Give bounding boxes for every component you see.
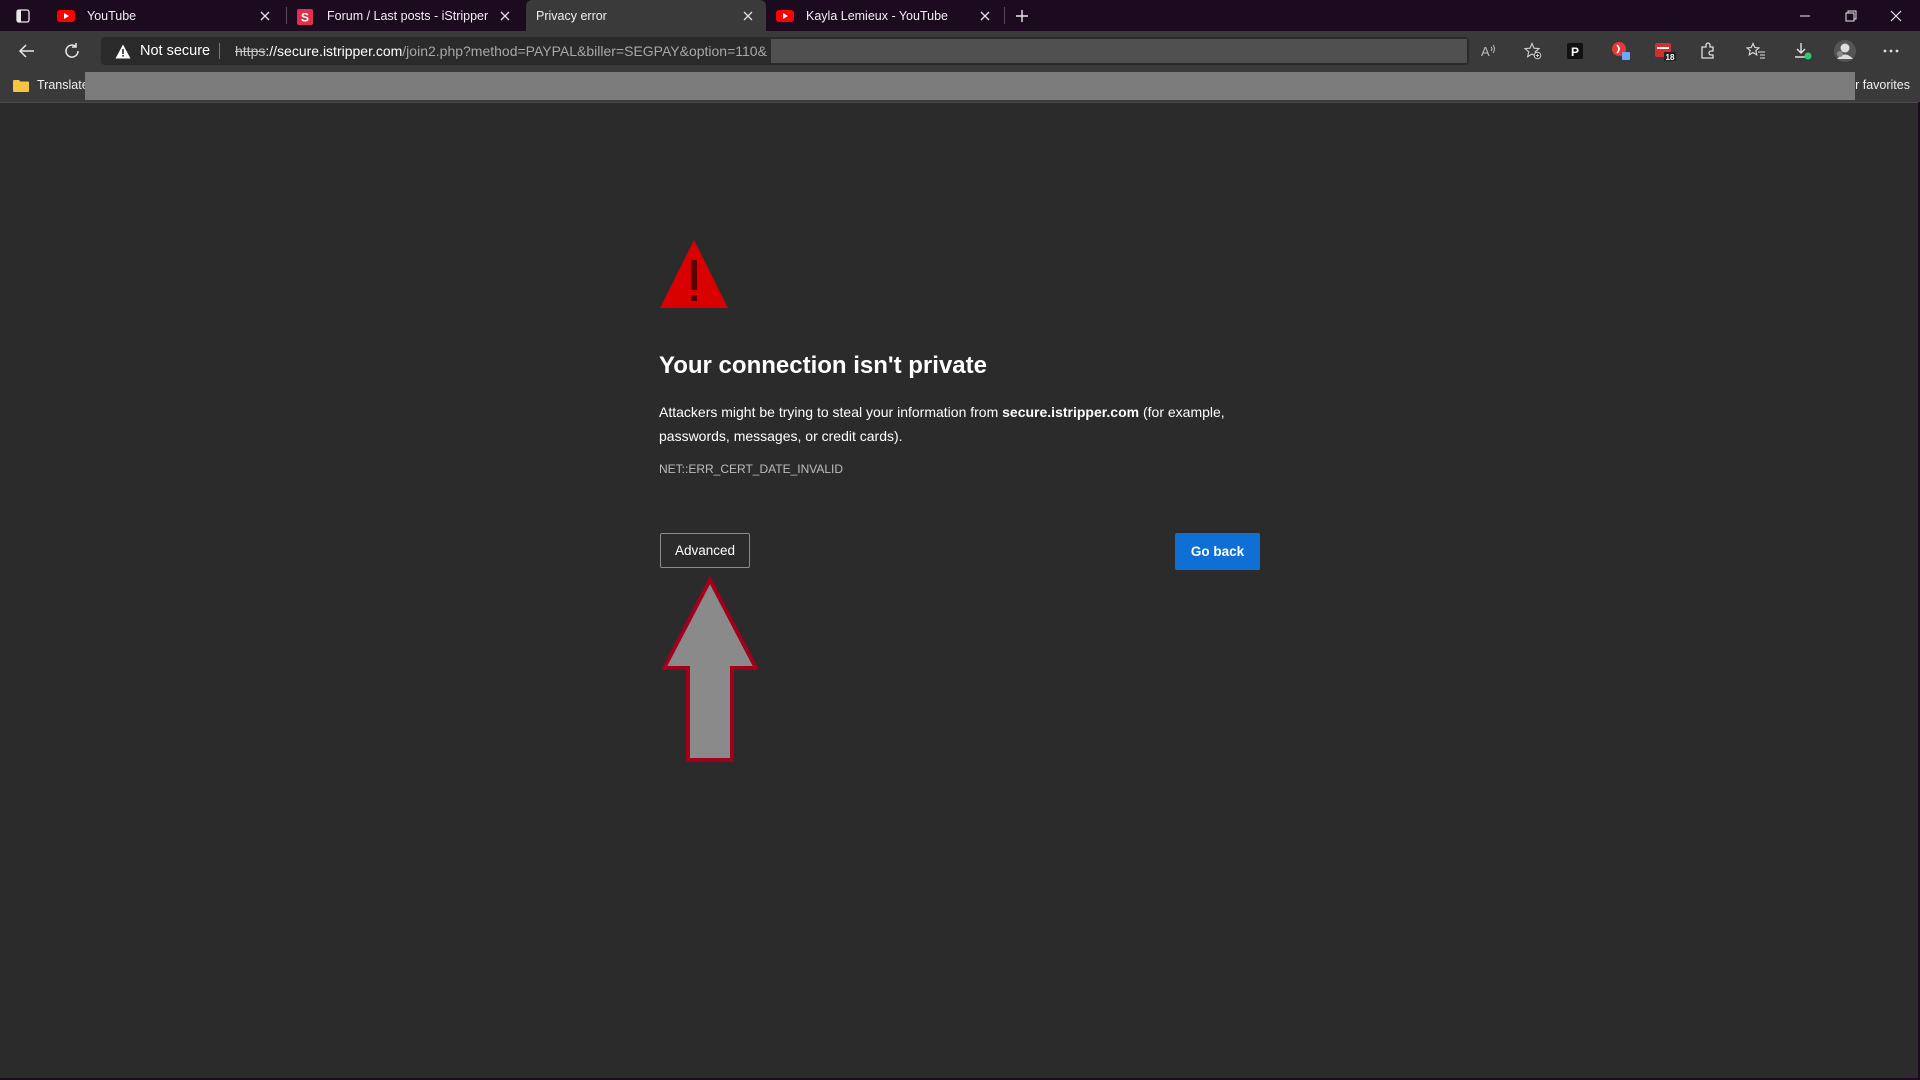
warning-triangle-icon bbox=[659, 238, 729, 310]
calendar-badge-icon: 18 bbox=[1655, 43, 1676, 61]
back-button[interactable] bbox=[15, 39, 39, 63]
red-extension-icon bbox=[1612, 42, 1630, 60]
security-label: Not secure bbox=[140, 43, 211, 59]
close-window-button[interactable] bbox=[1886, 6, 1906, 26]
error-code[interactable]: NET::ERR_CERT_DATE_INVALID bbox=[659, 462, 843, 476]
p-extension-icon: P bbox=[1567, 43, 1583, 59]
svg-text:P: P bbox=[1571, 45, 1579, 59]
profile-button[interactable] bbox=[1833, 39, 1857, 63]
tab-youtube[interactable]: YouTube bbox=[47, 0, 283, 31]
svg-text:A: A bbox=[1481, 44, 1490, 59]
svg-text:18: 18 bbox=[1666, 53, 1675, 61]
extensions-button[interactable] bbox=[1696, 39, 1720, 63]
favorites-list-icon bbox=[1746, 42, 1765, 59]
security-indicator[interactable]: Not secure bbox=[115, 37, 210, 65]
url-host: ://secure.istripper.com bbox=[265, 43, 403, 59]
address-bar[interactable]: Not secure https://secure.istripper.com/… bbox=[101, 37, 1542, 65]
url-scheme: https bbox=[235, 43, 266, 59]
advanced-button[interactable]: Advanced bbox=[660, 533, 750, 568]
url-path: /join2.php?method=PAYPAL&biller=SEGPAY&o… bbox=[402, 43, 767, 59]
refresh-button[interactable] bbox=[60, 39, 84, 63]
tab-actions-icon[interactable] bbox=[12, 6, 34, 26]
favorites-folder-translate[interactable]: Translate bbox=[13, 78, 89, 92]
close-icon[interactable] bbox=[740, 8, 756, 24]
refresh-icon bbox=[65, 43, 79, 58]
favorites-button[interactable] bbox=[1744, 39, 1768, 63]
youtube-icon bbox=[776, 9, 794, 23]
youtube-icon bbox=[57, 9, 75, 23]
extension-calendar-button[interactable]: 18 bbox=[1653, 39, 1677, 63]
address-separator bbox=[219, 43, 220, 59]
tab-privacy-error[interactable]: Privacy error bbox=[526, 0, 766, 31]
close-icon[interactable] bbox=[257, 8, 273, 24]
favorites-bar: Translate r favorites bbox=[0, 71, 1920, 103]
back-arrow-icon bbox=[18, 44, 34, 58]
folder-icon bbox=[13, 79, 29, 92]
istripper-icon: S bbox=[297, 8, 315, 25]
redacted-region bbox=[771, 39, 1467, 63]
extension-red-button[interactable] bbox=[1609, 39, 1633, 63]
close-icon[interactable] bbox=[497, 8, 513, 24]
tab-title: Forum / Last posts - iStripper bbox=[327, 8, 489, 23]
tab-istripper-forum[interactable]: S Forum / Last posts - iStripper bbox=[287, 0, 523, 31]
new-tab-button[interactable] bbox=[1011, 6, 1033, 26]
restore-icon bbox=[1845, 10, 1857, 22]
tab-title: YouTube bbox=[87, 8, 137, 23]
error-description: Attackers might be trying to steal your … bbox=[659, 400, 1264, 448]
page-title: Your connection isn't private bbox=[659, 352, 987, 379]
tab-title: Kayla Lemieux - YouTube bbox=[806, 8, 948, 23]
svg-text:S: S bbox=[301, 10, 309, 24]
warning-icon bbox=[115, 44, 131, 59]
up-arrow-annotation bbox=[660, 575, 760, 765]
other-favorites[interactable]: r favorites bbox=[1855, 78, 1910, 92]
tab-separator bbox=[1004, 7, 1005, 24]
close-icon[interactable] bbox=[977, 8, 993, 24]
browser-toolbar: Not secure https://secure.istripper.com/… bbox=[0, 31, 1920, 71]
menu-button[interactable] bbox=[1879, 39, 1903, 63]
extension-p-button[interactable]: P bbox=[1563, 39, 1587, 63]
go-back-button[interactable]: Go back bbox=[1175, 533, 1260, 570]
plus-icon bbox=[1016, 10, 1028, 22]
read-aloud-icon[interactable]: A bbox=[1479, 41, 1499, 61]
minimize-icon bbox=[1800, 15, 1810, 17]
tab-kayla-youtube[interactable]: Kayla Lemieux - YouTube bbox=[766, 0, 1003, 31]
restore-button[interactable] bbox=[1841, 6, 1861, 26]
minimize-button[interactable] bbox=[1795, 6, 1815, 26]
add-favorite-icon[interactable] bbox=[1523, 41, 1543, 61]
downloads-button[interactable] bbox=[1790, 39, 1814, 63]
puzzle-icon bbox=[1701, 42, 1714, 59]
close-icon bbox=[1890, 10, 1902, 22]
tab-title: Privacy error bbox=[536, 8, 607, 23]
folder-label: Translate bbox=[37, 78, 89, 92]
download-icon bbox=[1795, 43, 1812, 60]
redacted-region bbox=[85, 72, 1855, 100]
url-text[interactable]: https://secure.istripper.com/join2.php?m… bbox=[235, 37, 767, 65]
avatar bbox=[1834, 40, 1856, 62]
desc-host: secure.istripper.com bbox=[1002, 404, 1140, 420]
desc-text: Attackers might be trying to steal your … bbox=[659, 404, 1003, 420]
more-icon bbox=[1883, 49, 1899, 53]
tab-strip: YouTube S Forum / Last posts - iStripper… bbox=[0, 0, 1920, 31]
